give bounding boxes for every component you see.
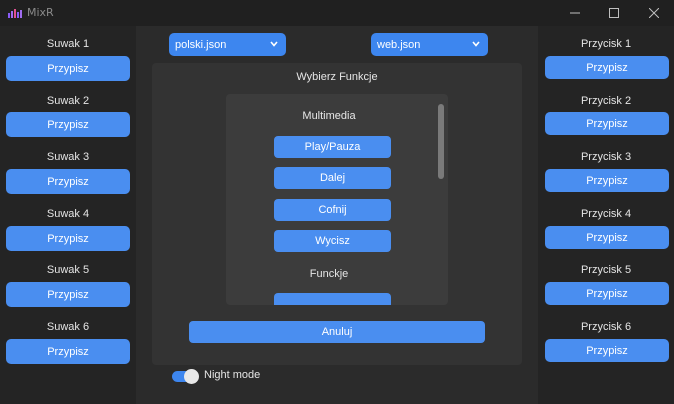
button-column: Przycisk 1 Przypisz Przycisk 2 Przypisz … bbox=[538, 26, 674, 404]
panel-title: Wybierz Funkcje bbox=[296, 71, 378, 83]
button-label: Przycisk 3 bbox=[580, 151, 632, 163]
function-next-button[interactable]: Dalej bbox=[274, 167, 391, 189]
button-6-assign-button[interactable]: Przypisz bbox=[545, 339, 669, 362]
equalizer-icon bbox=[8, 9, 22, 18]
minimize-icon bbox=[570, 12, 580, 14]
slider-label: Suwak 6 bbox=[46, 321, 90, 333]
button-label: Przycisk 5 bbox=[580, 264, 632, 276]
slider-4-assign-button[interactable]: Przypisz bbox=[6, 226, 130, 251]
function-partial-button[interactable] bbox=[274, 293, 391, 305]
button-label: Przycisk 2 bbox=[580, 95, 632, 107]
maximize-button[interactable] bbox=[596, 0, 632, 26]
slider-label: Suwak 5 bbox=[46, 264, 90, 276]
scrollbar[interactable] bbox=[438, 104, 444, 179]
button-4-assign-button[interactable]: Przypisz bbox=[545, 226, 669, 249]
section-title-multimedia: Multimedia bbox=[302, 110, 356, 122]
minimize-button[interactable] bbox=[557, 0, 593, 26]
slider-3-assign-button[interactable]: Przypisz bbox=[6, 169, 130, 194]
function-previous-button[interactable]: Cofnij bbox=[274, 199, 391, 221]
section-title-functions: Funckje bbox=[309, 268, 349, 280]
function-list: Multimedia Play/Pauza Dalej Cofnij Wycis… bbox=[226, 94, 448, 305]
function-mute-button[interactable]: Wycisz bbox=[274, 230, 391, 252]
function-picker-panel: Wybierz Funkcje Multimedia Play/Pauza Da… bbox=[152, 63, 522, 365]
night-mode-toggle[interactable] bbox=[172, 369, 200, 384]
button-label: Przycisk 4 bbox=[580, 208, 632, 220]
profile-select[interactable]: web.json bbox=[371, 33, 488, 56]
button-2-assign-button[interactable]: Przypisz bbox=[545, 112, 669, 135]
button-label: Przycisk 1 bbox=[580, 38, 632, 50]
chevron-down-icon bbox=[472, 41, 480, 47]
cancel-button[interactable]: Anuluj bbox=[189, 321, 485, 343]
main-area: polski.json web.json Wybierz Funkcje Mul… bbox=[136, 26, 538, 404]
button-1-assign-button[interactable]: Przypisz bbox=[545, 56, 669, 79]
slider-label: Suwak 2 bbox=[46, 95, 90, 107]
language-select-value: polski.json bbox=[175, 38, 227, 51]
maximize-icon bbox=[609, 8, 619, 18]
slider-6-assign-button[interactable]: Przypisz bbox=[6, 339, 130, 364]
toggle-knob bbox=[184, 369, 199, 384]
slider-1-assign-button[interactable]: Przypisz bbox=[6, 56, 130, 81]
button-3-assign-button[interactable]: Przypisz bbox=[545, 169, 669, 192]
close-button[interactable] bbox=[636, 0, 672, 26]
slider-5-assign-button[interactable]: Przypisz bbox=[6, 282, 130, 307]
night-mode-label: Night mode bbox=[204, 369, 261, 381]
slider-label: Suwak 4 bbox=[46, 208, 90, 220]
slider-label: Suwak 1 bbox=[46, 38, 90, 50]
function-play-pause-button[interactable]: Play/Pauza bbox=[274, 136, 391, 158]
slider-column: Suwak 1 Przypisz Suwak 2 Przypisz Suwak … bbox=[0, 26, 136, 404]
slider-2-assign-button[interactable]: Przypisz bbox=[6, 112, 130, 137]
profile-select-value: web.json bbox=[377, 38, 421, 51]
title-bar: MixR bbox=[0, 0, 674, 26]
language-select[interactable]: polski.json bbox=[169, 33, 286, 56]
window-title: MixR bbox=[27, 6, 54, 19]
button-5-assign-button[interactable]: Przypisz bbox=[545, 282, 669, 305]
close-icon bbox=[649, 8, 659, 18]
button-label: Przycisk 6 bbox=[580, 321, 632, 333]
slider-label: Suwak 3 bbox=[46, 151, 90, 163]
chevron-down-icon bbox=[270, 41, 278, 47]
